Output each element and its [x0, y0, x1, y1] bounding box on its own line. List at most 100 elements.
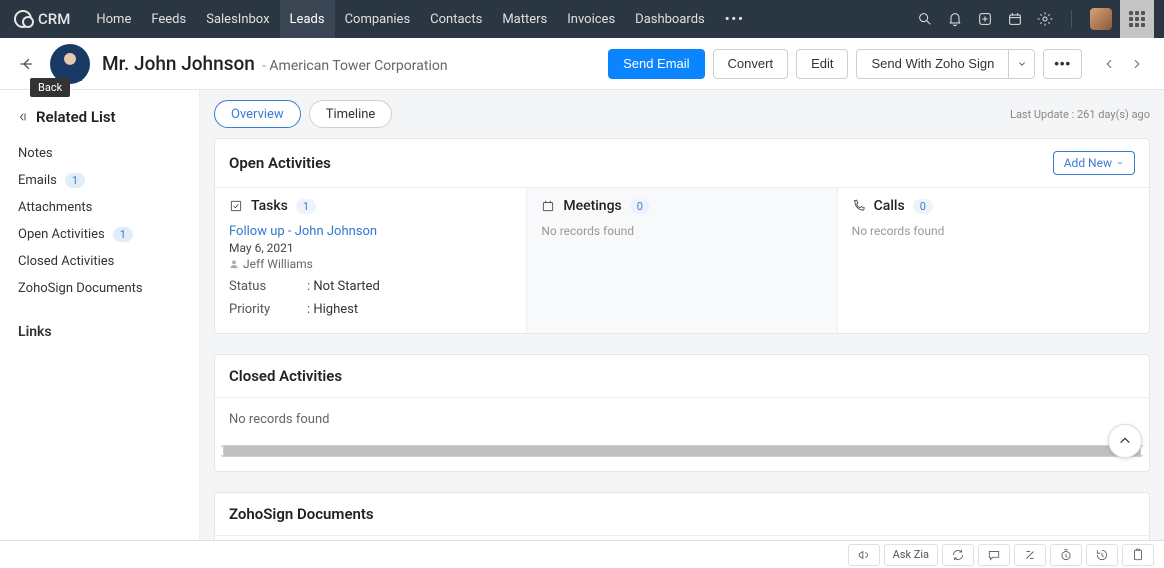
footer-zia[interactable] [1014, 544, 1046, 566]
sidebar-badge: 1 [113, 227, 133, 242]
footer-history[interactable] [1086, 544, 1118, 566]
add-icon[interactable] [977, 11, 993, 27]
send-sign-split: Send With Zoho Sign [856, 49, 1035, 79]
send-sign-button[interactable]: Send With Zoho Sign [856, 49, 1009, 79]
sidebar-item-label: Closed Activities [18, 254, 114, 269]
brand-logo-icon [14, 10, 32, 28]
sidebar-item-notes[interactable]: Notes [18, 140, 181, 167]
calls-column: Calls 0 No records found [838, 188, 1149, 333]
sidebar-badge: 1 [65, 173, 85, 188]
footer-reminder[interactable] [1050, 544, 1082, 566]
footer-announce[interactable] [848, 544, 880, 566]
priority-value: Highest [307, 302, 358, 317]
nav-home[interactable]: Home [86, 0, 141, 38]
status-label: Status [229, 279, 307, 294]
tab-timeline[interactable]: Timeline [309, 100, 393, 128]
closed-activities-card: Closed Activities No records found [214, 354, 1150, 472]
convert-button[interactable]: Convert [713, 49, 789, 79]
sidebar-item-attachments[interactable]: Attachments [18, 194, 181, 221]
user-avatar[interactable] [1090, 8, 1112, 30]
meeting-icon [541, 199, 555, 213]
footer-ask-zia[interactable]: Ask Zia [884, 544, 938, 566]
scroll-top-button[interactable] [1108, 424, 1142, 458]
footer-clipboard[interactable] [1122, 544, 1154, 566]
nav-matters[interactable]: Matters [492, 0, 557, 38]
sidebar-item-closed-activities[interactable]: Closed Activities [18, 248, 181, 275]
sidebar-item-open-activities[interactable]: Open Activities 1 [18, 221, 181, 248]
sidebar-item-label: Notes [18, 146, 53, 161]
priority-label: Priority [229, 302, 307, 317]
calendar-icon[interactable] [1007, 11, 1023, 27]
meetings-label: Meetings [563, 198, 621, 214]
back-tooltip: Back [30, 78, 70, 97]
nav-feeds[interactable]: Feeds [141, 0, 196, 38]
sidebar-item-label: Open Activities [18, 227, 105, 242]
brand-name: CRM [38, 10, 70, 28]
nav-items: Home Feeds SalesInbox Leads Companies Co… [86, 0, 754, 38]
related-list-sidebar: Related List Notes Emails1 Attachments O… [0, 90, 200, 568]
footer-sync[interactable] [942, 544, 974, 566]
sidebar-item-emails[interactable]: Emails1 [18, 167, 181, 194]
meetings-count: 0 [630, 199, 650, 214]
nav-salesinbox[interactable]: SalesInbox [196, 0, 279, 38]
ask-zia-label: Ask Zia [893, 548, 929, 561]
open-activities-card: Open Activities Add New Tasks 1 Follow u… [214, 138, 1150, 334]
app-switcher-icon[interactable] [1120, 0, 1154, 38]
more-actions-button[interactable]: ••• [1043, 49, 1082, 79]
status-value: Not Started [307, 279, 380, 294]
calls-count: 0 [913, 199, 933, 214]
horizontal-scrollbar[interactable] [221, 445, 1143, 457]
add-new-activity-button[interactable]: Add New [1053, 151, 1135, 175]
record-header: Mr. John Johnson American Tower Corporat… [0, 38, 1164, 90]
nav-leads[interactable]: Leads [280, 0, 335, 38]
back-button[interactable] [16, 53, 38, 75]
nav-more[interactable]: ••• [715, 0, 755, 38]
nav-contacts[interactable]: Contacts [420, 0, 492, 38]
tasks-label: Tasks [251, 198, 288, 214]
main-content: Overview Timeline Last Update : 261 day(… [200, 90, 1164, 568]
send-sign-caret[interactable] [1009, 49, 1035, 79]
task-owner: Jeff Williams [229, 257, 512, 271]
chevron-down-icon [1116, 159, 1124, 167]
nav-invoices[interactable]: Invoices [557, 0, 625, 38]
nav-companies[interactable]: Companies [335, 0, 421, 38]
sidebar-title: Related List [36, 108, 116, 126]
sidebar-item-zohosign[interactable]: ZohoSign Documents [18, 275, 181, 302]
tab-overview[interactable]: Overview [214, 100, 301, 128]
header-actions: Send Email Convert Edit Send With Zoho S… [608, 49, 1148, 79]
calls-label: Calls [874, 198, 905, 214]
closed-activities-empty: No records found [229, 412, 1135, 427]
zohosign-title: ZohoSign Documents [229, 505, 374, 523]
tasks-count: 1 [296, 199, 316, 214]
task-owner-name: Jeff Williams [243, 257, 313, 271]
settings-icon[interactable] [1037, 11, 1053, 27]
open-activities-title: Open Activities [229, 154, 331, 172]
sidebar-links-title: Links [18, 324, 181, 340]
call-icon [852, 199, 866, 213]
task-link[interactable]: Follow up - John Johnson [229, 224, 512, 239]
lead-name: Mr. John Johnson [102, 52, 255, 75]
tasks-column: Tasks 1 Follow up - John Johnson May 6, … [215, 188, 526, 333]
meetings-column: Meetings 0 No records found [526, 188, 837, 333]
meetings-empty: No records found [541, 224, 822, 238]
edit-button[interactable]: Edit [796, 49, 848, 79]
next-record-button[interactable] [1126, 53, 1148, 75]
footer-chat[interactable] [978, 544, 1010, 566]
bell-icon[interactable] [947, 11, 963, 27]
nav-divider [1071, 10, 1072, 28]
nav-icons [917, 8, 1112, 30]
nav-dashboards[interactable]: Dashboards [625, 0, 715, 38]
calls-empty: No records found [852, 224, 1135, 238]
prev-record-button[interactable] [1098, 53, 1120, 75]
record-tabs: Overview Timeline Last Update : 261 day(… [214, 100, 1150, 128]
search-icon[interactable] [917, 11, 933, 27]
top-nav: CRM Home Feeds SalesInbox Leads Companie… [0, 0, 1164, 38]
brand[interactable]: CRM [14, 10, 70, 28]
collapse-icon[interactable] [18, 111, 30, 123]
task-icon [229, 199, 243, 213]
footer-bar: Ask Zia [0, 540, 1164, 568]
record-pager [1098, 53, 1148, 75]
lead-company: American Tower Corporation [262, 58, 448, 74]
send-email-button[interactable]: Send Email [608, 49, 704, 79]
sidebar-item-label: ZohoSign Documents [18, 281, 143, 296]
